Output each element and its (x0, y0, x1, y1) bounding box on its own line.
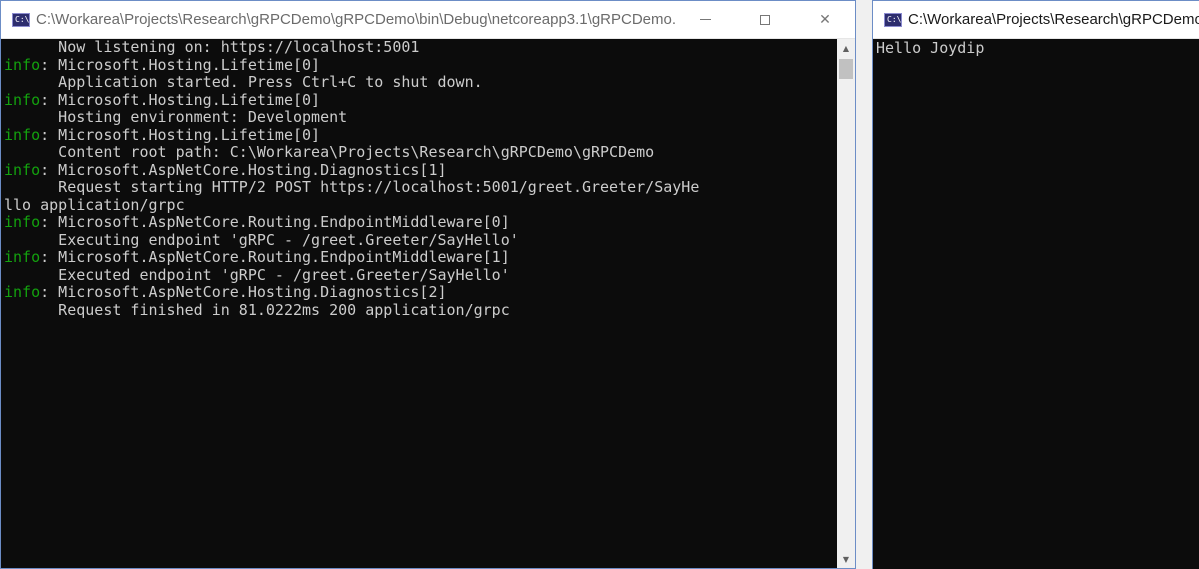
client-console-output[interactable]: Hello Joydip (873, 39, 1199, 569)
log-message: Request starting HTTP/2 POST https://loc… (4, 178, 700, 196)
server-title-bar[interactable]: C:\ C:\Workarea\Projects\Research\gRPCDe… (1, 1, 855, 39)
log-level-label: info (4, 283, 41, 301)
console-line: Content root path: C:\Workarea\Projects\… (4, 143, 837, 162)
log-message: : Microsoft.AspNetCore.Routing.EndpointM… (40, 248, 510, 266)
log-level-label: info (4, 213, 41, 231)
log-level-label: info (4, 125, 41, 144)
minimize-icon (699, 19, 711, 20)
log-level-label: info (4, 160, 41, 179)
console-line: Now listening on: https://localhost:5001 (4, 39, 837, 57)
console-app-icon: C:\ (884, 12, 902, 27)
scroll-down-arrow-icon[interactable]: ▼ (837, 550, 855, 568)
log-level-label: info (4, 248, 41, 266)
log-message: Now listening on: https://localhost:5001 (4, 39, 420, 56)
scroll-up-arrow-icon[interactable]: ▲ (837, 39, 855, 57)
log-level-label: info (4, 55, 41, 74)
console-line: info: Microsoft.Hosting.Lifetime[0] (4, 55, 837, 75)
scroll-thumb[interactable] (839, 59, 853, 79)
log-message: : Microsoft.AspNetCore.Hosting.Diagnosti… (40, 160, 447, 179)
vertical-scrollbar[interactable]: ▲ ▼ (837, 39, 855, 568)
console-line: Request starting HTTP/2 POST https://loc… (4, 178, 837, 197)
console-line: info: Microsoft.AspNetCore.Hosting.Diagn… (4, 283, 837, 302)
console-line: info: Microsoft.AspNetCore.Hosting.Diagn… (4, 160, 837, 180)
minimize-button[interactable] (675, 1, 735, 39)
client-title-bar[interactable]: C:\ C:\Workarea\Projects\Research\gRPCDe… (873, 1, 1199, 39)
console-line: llo application/grpc (4, 195, 837, 215)
console-line: Hosting environment: Development (4, 108, 837, 127)
client-console-window[interactable]: C:\ C:\Workarea\Projects\Research\gRPCDe… (872, 0, 1199, 569)
log-message: Executed endpoint 'gRPC - /greet.Greeter… (4, 265, 510, 284)
log-message: Application started. Press Ctrl+C to shu… (4, 73, 483, 91)
log-message: : Microsoft.AspNetCore.Hosting.Diagnosti… (40, 283, 447, 301)
desktop: C:\ C:\Workarea\Projects\Research\gRPCDe… (0, 0, 1199, 569)
log-message: llo application/grpc (4, 195, 185, 214)
log-message: Hosting environment: Development (4, 108, 348, 126)
console-line: Request finished in 81.0222ms 200 applic… (4, 300, 837, 320)
console-app-icon: C:\ (12, 12, 30, 27)
console-line: info: Microsoft.Hosting.Lifetime[0] (4, 125, 837, 145)
log-message: : Microsoft.Hosting.Lifetime[0] (40, 90, 321, 109)
server-caption-buttons: ✕ (675, 1, 855, 39)
client-window-title: C:\Workarea\Projects\Research\gRPCDemoC (908, 11, 1199, 28)
console-line: Hello Joydip (876, 39, 1199, 58)
console-line: info: Microsoft.AspNetCore.Routing.Endpo… (4, 213, 837, 232)
close-button[interactable]: ✕ (795, 1, 855, 39)
console-line: Executing endpoint 'gRPC - /greet.Greete… (4, 230, 837, 250)
console-line: Executed endpoint 'gRPC - /greet.Greeter… (4, 265, 837, 285)
server-console-window[interactable]: C:\ C:\Workarea\Projects\Research\gRPCDe… (0, 0, 856, 569)
log-level-label: info (4, 90, 41, 109)
console-line: info: Microsoft.Hosting.Lifetime[0] (4, 90, 837, 110)
server-window-title: C:\Workarea\Projects\Research\gRPCDemo\g… (36, 11, 675, 28)
log-message: : Microsoft.AspNetCore.Routing.EndpointM… (40, 213, 510, 231)
console-line: info: Microsoft.AspNetCore.Routing.Endpo… (4, 248, 837, 267)
console-line: Application started. Press Ctrl+C to shu… (4, 73, 837, 92)
log-message: Executing endpoint 'gRPC - /greet.Greete… (4, 230, 519, 249)
maximize-icon (760, 14, 770, 25)
maximize-button[interactable] (735, 1, 795, 39)
log-message: Content root path: C:\Workarea\Projects\… (4, 143, 655, 161)
close-icon: ✕ (819, 11, 831, 28)
log-message: : Microsoft.Hosting.Lifetime[0] (40, 55, 321, 74)
log-message: Hello Joydip (876, 39, 985, 57)
server-console-output[interactable]: Now listening on: https://localhost:5001… (1, 39, 837, 568)
log-message: : Microsoft.Hosting.Lifetime[0] (40, 125, 321, 144)
log-message: Request finished in 81.0222ms 200 applic… (4, 300, 510, 319)
